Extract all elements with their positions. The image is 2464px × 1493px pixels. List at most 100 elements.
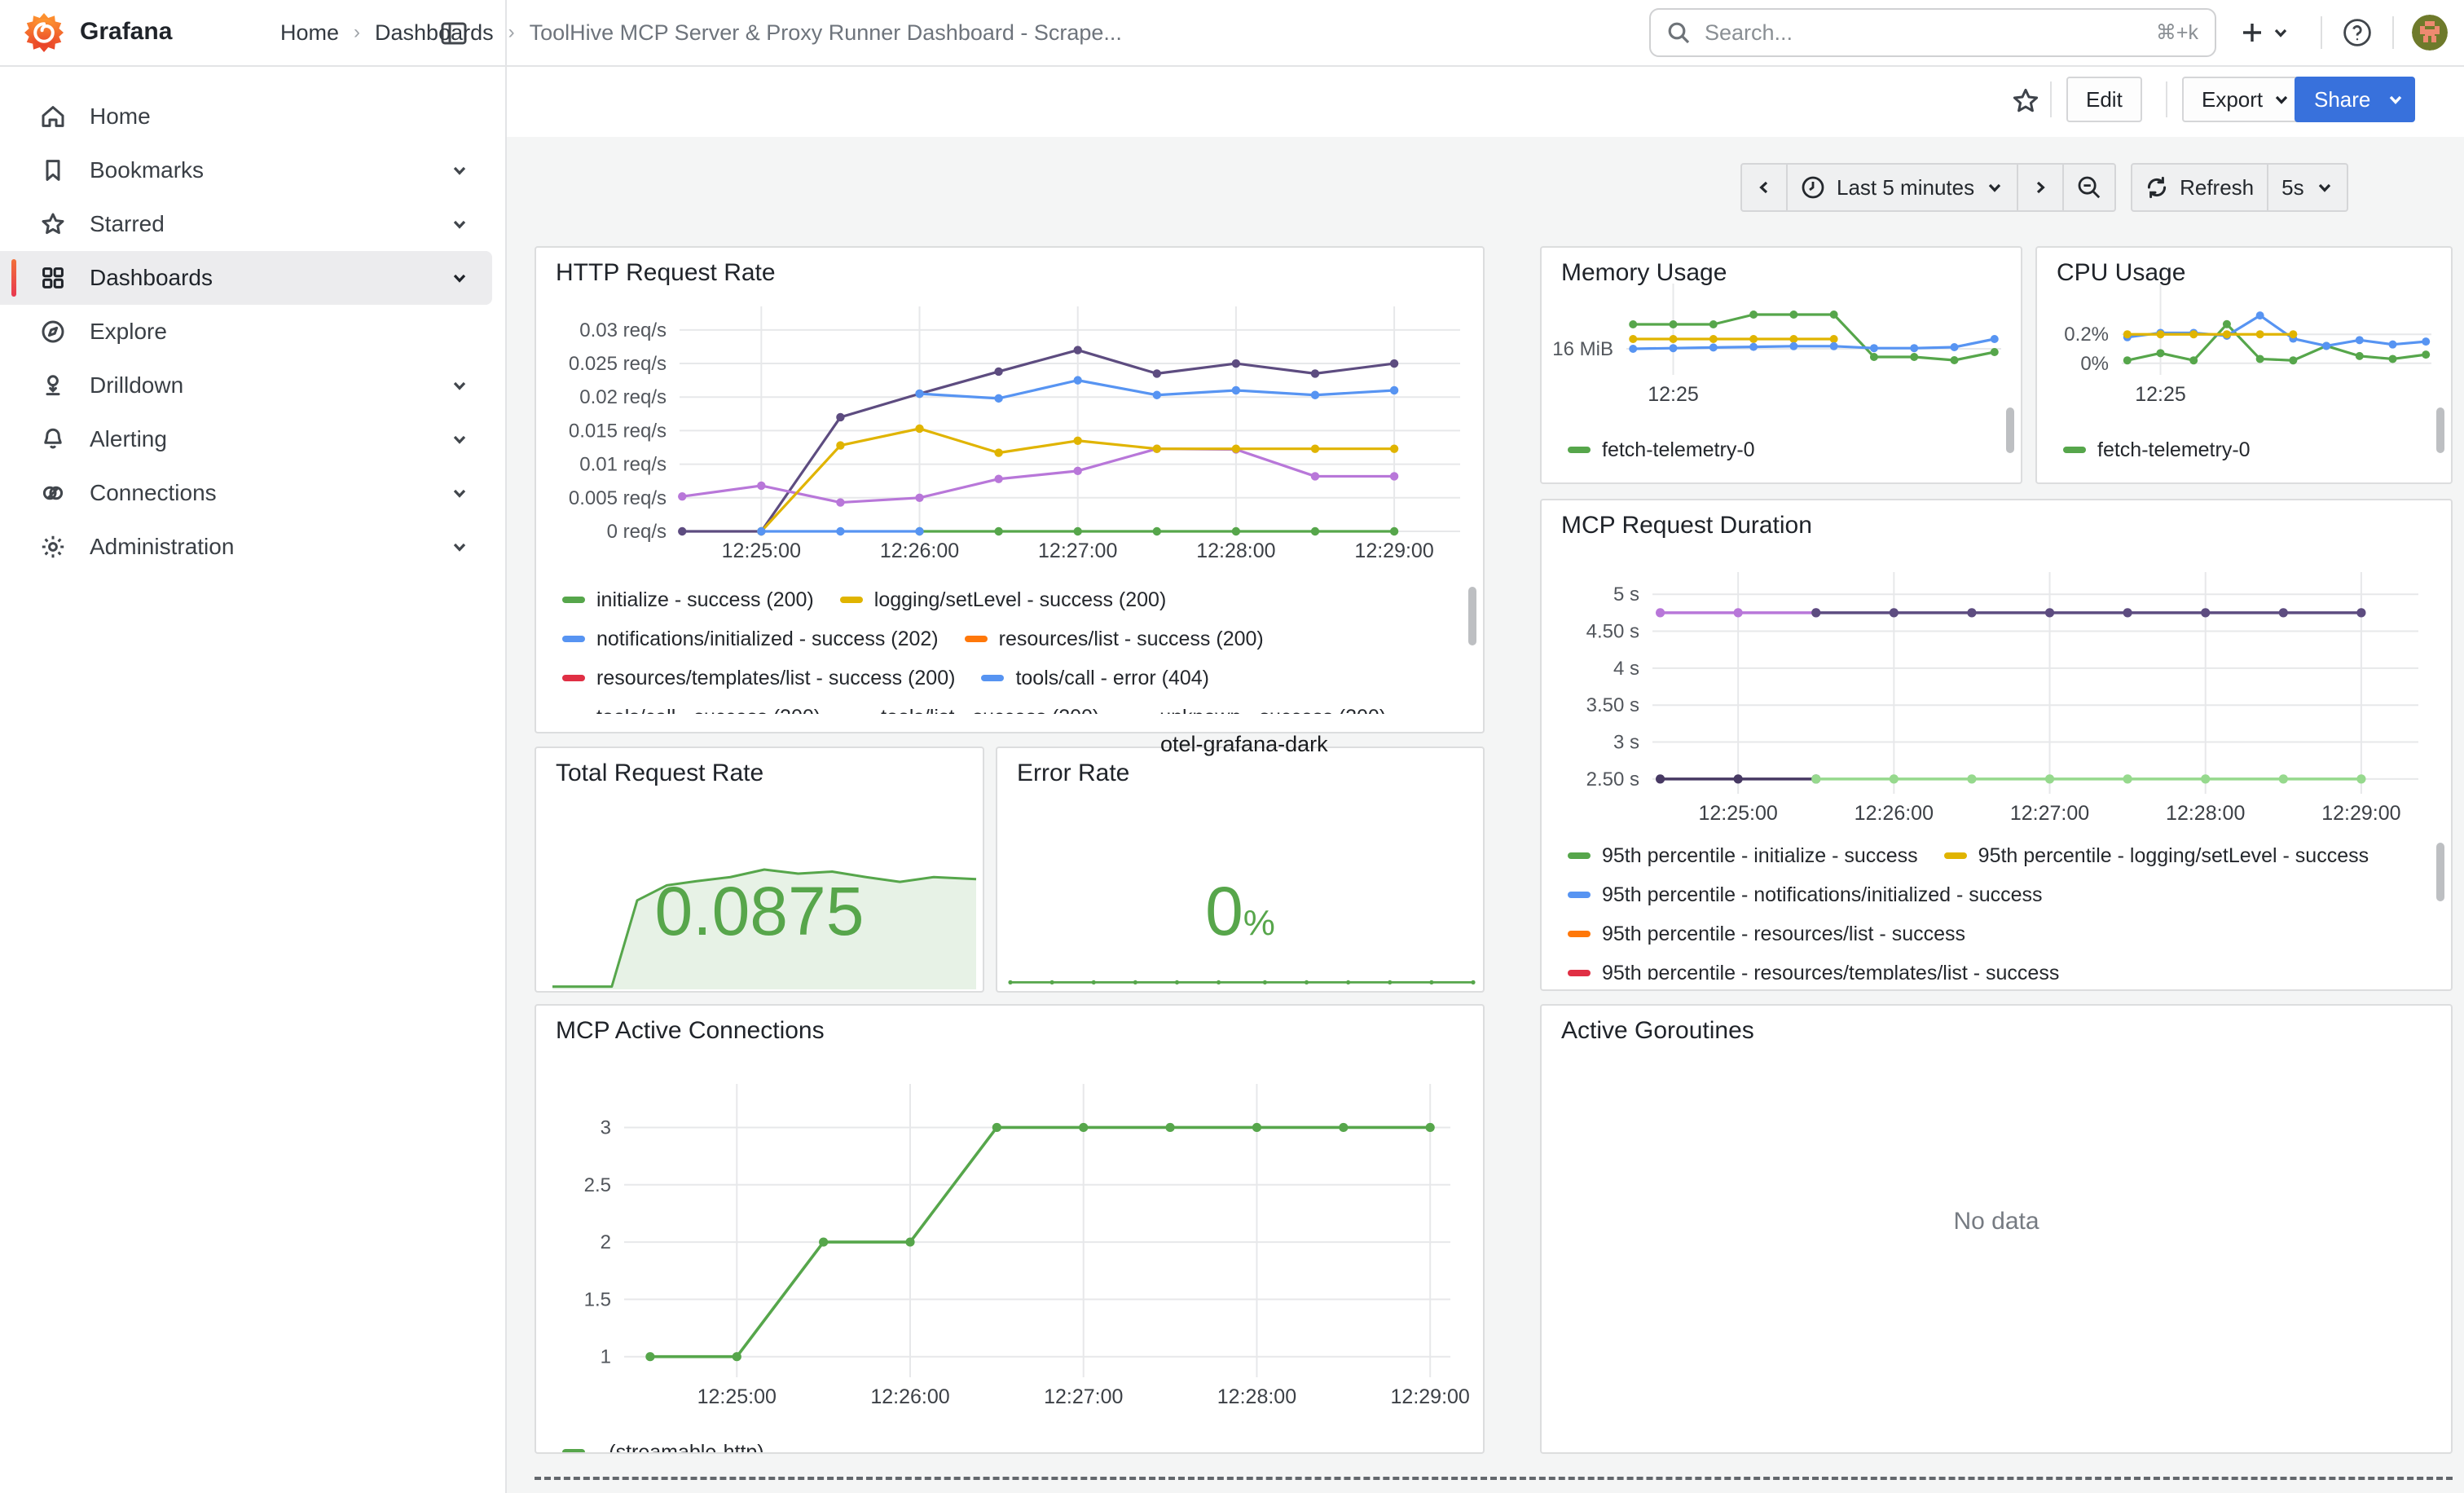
grafana-logo-icon[interactable]: [24, 13, 64, 52]
svg-text:12:28:00: 12:28:00: [1217, 1385, 1296, 1408]
active-indicator: [11, 259, 16, 297]
star-icon: [39, 210, 67, 238]
sidebar-item-starred[interactable]: Starred: [0, 197, 492, 251]
time-forward-button[interactable]: [2018, 165, 2064, 210]
svg-text:12:25: 12:25: [2135, 383, 2186, 406]
panel-title[interactable]: MCP Active Connections: [556, 1017, 825, 1045]
sidebar-item-administration[interactable]: Administration: [0, 520, 492, 574]
chevron-down-icon: [450, 376, 469, 395]
legend-scrollbar[interactable]: [1468, 587, 1476, 645]
legend-item[interactable]: resources/list - success (200): [965, 628, 1264, 651]
search-input[interactable]: [1701, 19, 2145, 47]
chevron-down-icon: [450, 214, 469, 234]
legend-item[interactable]: tools/list - success (200): [847, 706, 1099, 715]
svg-text:12:25: 12:25: [1648, 383, 1699, 406]
memory-usage-chart[interactable]: 16 MiB12:25: [1551, 277, 2014, 414]
svg-text:12:27:00: 12:27:00: [2010, 802, 2089, 825]
http-request-rate-chart[interactable]: 0 req/s0.005 req/s0.01 req/s0.015 req/s0…: [549, 280, 1473, 574]
sidebar-item-connections[interactable]: Connections: [0, 466, 492, 520]
refresh-interval-dropdown[interactable]: 5s: [2268, 165, 2346, 210]
sidebar-item-label: Drilldown: [90, 372, 427, 399]
legend-item[interactable]: fetch-telemetry-0: [1568, 438, 1755, 462]
edit-button[interactable]: Edit: [2066, 77, 2142, 122]
sidebar-item-bookmarks[interactable]: Bookmarks: [0, 143, 492, 197]
chevron-down-icon: [2273, 90, 2290, 108]
breadcrumb-current: ToolHive MCP Server & Proxy Runner Dashb…: [530, 20, 1122, 46]
legend-item[interactable]: 95th percentile - notifications/initiali…: [1568, 883, 2043, 907]
avatar[interactable]: [2412, 15, 2448, 51]
sidebar-item-dashboards[interactable]: Dashboards: [0, 251, 492, 305]
svg-text:12:28:00: 12:28:00: [2166, 802, 2245, 825]
time-range-picker[interactable]: Last 5 minutes: [1788, 165, 2018, 210]
export-button[interactable]: Export: [2182, 77, 2310, 122]
breadcrumb-separator: ›: [508, 21, 515, 44]
legend-scrollbar[interactable]: [2436, 407, 2444, 453]
svg-text:3 s: 3 s: [1613, 732, 1639, 754]
legend-item[interactable]: 95th percentile - initialize - success: [1568, 844, 1918, 868]
zoom-out-button[interactable]: [2064, 165, 2114, 210]
chevron-down-icon: [450, 483, 469, 503]
legend-item[interactable]: 95th percentile - resources/templates/li…: [1568, 962, 2059, 980]
panel-error-rate: Error Rate 0%: [996, 746, 1485, 993]
mcp-active-connections-chart[interactable]: 32.521.5112:25:0012:26:0012:27:0012:28:0…: [549, 1055, 1473, 1429]
refresh-button[interactable]: Refresh: [2132, 165, 2268, 210]
sidebar-item-alerting[interactable]: Alerting: [0, 412, 492, 466]
legend-item[interactable]: 95th percentile - resources/list - succe…: [1568, 923, 1965, 946]
legend-label: logging/setLevel - success (200): [874, 588, 1167, 612]
svg-text:0%: 0%: [2080, 353, 2109, 375]
favorite-star-icon[interactable]: [2011, 86, 2040, 116]
legend-item[interactable]: fetch-telemetry-0: [2063, 438, 2251, 462]
share-dropdown-button[interactable]: [2376, 77, 2415, 122]
legend-label: resources/list - success (200): [999, 628, 1264, 651]
legend-item[interactable]: unknown - success (200): [1125, 706, 1386, 715]
legend-item[interactable]: logging/setLevel - success (200): [840, 588, 1167, 612]
legend-color-chip: [562, 636, 585, 642]
sidebar: Home Bookmarks Starred Dashboards Explor: [0, 65, 507, 1493]
legend-color-chip: [562, 597, 585, 603]
svg-text:12:29:00: 12:29:00: [1391, 1385, 1470, 1408]
panel-title[interactable]: Error Rate: [1017, 760, 1129, 787]
mcp-request-duration-chart[interactable]: 5 s4.50 s4 s3.50 s3 s2.50 s12:25:0012:26…: [1555, 553, 2441, 833]
dashboard-toolbar: [507, 65, 2464, 137]
panel-title[interactable]: MCP Request Duration: [1561, 512, 1812, 540]
legend-scrollbar[interactable]: [2006, 407, 2014, 453]
sidebar-item-drilldown[interactable]: Drilldown: [0, 359, 492, 412]
legend-label: 95th percentile - resources/list - succe…: [1602, 923, 1965, 946]
legend-item[interactable]: initialize - success (200): [562, 588, 814, 612]
legend-color-chip: [562, 675, 585, 681]
sidebar-item-explore[interactable]: Explore: [0, 305, 492, 359]
legend-color-chip: [965, 636, 988, 642]
search-box[interactable]: ⌘+k: [1649, 8, 2216, 57]
legend-item[interactable]: 95th percentile - logging/setLevel - suc…: [1944, 844, 2369, 868]
svg-text:12:27:00: 12:27:00: [1044, 1385, 1123, 1408]
legend-item[interactable]: tools/call - success (200): [562, 706, 821, 715]
next-row-edge: [535, 1477, 2453, 1480]
panel-mcp-request-duration: MCP Request Duration 5 s4.50 s4 s3.50 s3…: [1540, 499, 2453, 991]
sidebar-item-label: Dashboards: [90, 265, 427, 291]
breadcrumb-home[interactable]: Home: [280, 20, 339, 46]
help-button[interactable]: [2342, 8, 2373, 57]
legend-item[interactable]: notifications/initialized - success (202…: [562, 628, 939, 651]
error-rate-sparkline[interactable]: [1001, 963, 1483, 989]
chevron-down-icon: [2316, 178, 2334, 196]
svg-text:12:26:00: 12:26:00: [880, 540, 959, 562]
panel-memory-usage: Memory Usage 16 MiB12:25 fetch-telemetry…: [1540, 246, 2022, 484]
add-button[interactable]: [2239, 8, 2290, 57]
clock-icon: [1801, 175, 1825, 200]
legend-item[interactable]: resources/templates/list - success (200): [562, 667, 955, 690]
panel-title[interactable]: Active Goroutines: [1561, 1017, 1754, 1045]
cpu-usage-chart[interactable]: 0.2%0%12:25: [2047, 277, 2444, 414]
svg-text:4 s: 4 s: [1613, 658, 1639, 680]
legend-item[interactable]: tools/call - error (404): [981, 667, 1209, 690]
time-back-button[interactable]: [1742, 165, 1788, 210]
legend-item[interactable]: - (streamable-http): [562, 1441, 764, 1455]
svg-text:12:25:00: 12:25:00: [697, 1385, 777, 1408]
svg-text:12:26:00: 12:26:00: [1855, 802, 1934, 825]
toolbar-divider: [2050, 81, 2052, 117]
sidebar-item-label: Alerting: [90, 426, 427, 452]
sidebar-item-home[interactable]: Home: [0, 90, 492, 143]
legend-scrollbar[interactable]: [2436, 843, 2444, 901]
panel-title[interactable]: Total Request Rate: [556, 760, 763, 787]
breadcrumb-dashboards[interactable]: Dashboards: [375, 20, 494, 46]
legend-label: notifications/initialized - success (202…: [596, 628, 939, 651]
